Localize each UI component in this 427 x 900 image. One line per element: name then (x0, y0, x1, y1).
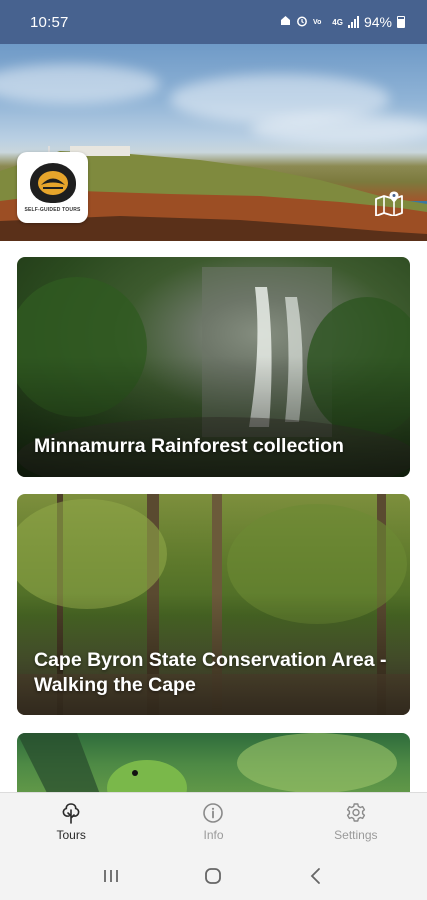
recent-apps-icon (104, 869, 119, 882)
status-time: 10:57 (30, 13, 69, 31)
home-icon (280, 15, 291, 29)
svg-text:Vo: Vo (313, 19, 321, 26)
status-icons: Vo 4G 94% (280, 14, 405, 30)
tour-title: Cape Byron State Conservation Area - Wal… (34, 649, 387, 696)
app-screen: 10:57 Vo 4G 94% SELF-GUIDED TOURS Minnam… (0, 0, 427, 900)
nav-label: Settings (334, 828, 378, 842)
app-logo: SELF-GUIDED TOURS (17, 152, 88, 223)
recent-apps-button[interactable] (91, 861, 131, 891)
tree-icon (62, 803, 80, 824)
volte-icon: Vo (313, 15, 327, 29)
gear-icon (346, 803, 365, 822)
battery-percent: 94% (363, 14, 392, 30)
tour-card[interactable]: Cape Byron State Conservation Area - Wal… (17, 494, 410, 715)
info-icon (203, 803, 224, 823)
battery-icon (397, 16, 405, 28)
map-icon (375, 191, 403, 216)
status-bar: 10:57 Vo 4G 94% (0, 0, 427, 44)
nav-tours[interactable]: Tours (0, 793, 142, 851)
map-button[interactable] (373, 188, 405, 218)
nav-label: Info (203, 828, 224, 842)
nav-info[interactable]: Info (142, 793, 284, 851)
emblem-icon (29, 162, 76, 203)
hero-banner: SELF-GUIDED TOURS (0, 44, 427, 241)
logo-caption: SELF-GUIDED TOURS (24, 206, 81, 213)
back-button[interactable] (296, 861, 336, 891)
nav-settings[interactable]: Settings (285, 793, 427, 851)
home-button[interactable] (193, 861, 233, 891)
bottom-nav: Tours Info Settings (0, 792, 427, 851)
signal-icon (347, 16, 359, 28)
back-chevron-icon (310, 867, 320, 884)
home-circle-icon (205, 867, 222, 884)
tour-card[interactable]: Minnamurra Rainforest collection (17, 257, 410, 477)
tour-title: Minnamurra Rainforest collection (34, 435, 344, 457)
nav-label: Tours (56, 828, 86, 842)
system-nav-bar (0, 851, 427, 900)
alarm-icon (296, 15, 308, 30)
network-type-icon: 4G (332, 17, 343, 27)
